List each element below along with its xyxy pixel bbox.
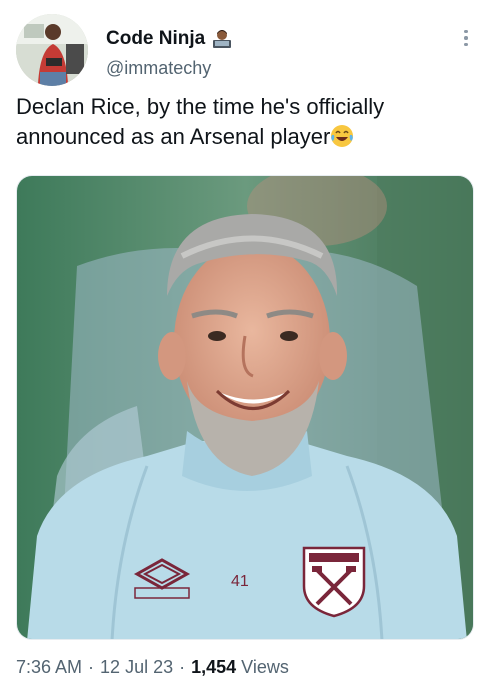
author-handle[interactable]: @immatechy: [106, 58, 211, 79]
meta-separator: ·: [88, 657, 95, 677]
meta-separator: ·: [179, 657, 186, 677]
avatar-photo: [16, 14, 88, 86]
tweet-meta: 7:36 AM · 12 Jul 23 · 1,454 Views: [16, 657, 289, 678]
more-options-icon[interactable]: [456, 26, 476, 50]
laughing-emoji-icon: [330, 124, 354, 148]
views-label[interactable]: Views: [241, 657, 289, 678]
views-count[interactable]: 1,454: [191, 657, 236, 678]
author-display-name[interactable]: Code Ninja: [106, 28, 205, 50]
author-avatar[interactable]: [16, 14, 88, 86]
tweet-time[interactable]: 7:36 AM: [16, 657, 82, 678]
tweet-text: Declan Rice, by the time he's officially…: [16, 92, 476, 152]
author-name-row: Code Ninja: [106, 28, 233, 50]
shirt-number: 41: [231, 573, 249, 590]
tweet-date[interactable]: 12 Jul 23: [100, 657, 173, 678]
tweet-header: Code Ninja @immatechy: [16, 14, 476, 88]
photo-illustration: 41: [17, 176, 473, 639]
tweet-text-body: Declan Rice, by the time he's officially…: [16, 94, 385, 149]
technologist-emoji-icon: [211, 29, 233, 49]
tweet-media-photo[interactable]: 41: [16, 175, 474, 640]
west-ham-crest-icon: [302, 546, 366, 618]
